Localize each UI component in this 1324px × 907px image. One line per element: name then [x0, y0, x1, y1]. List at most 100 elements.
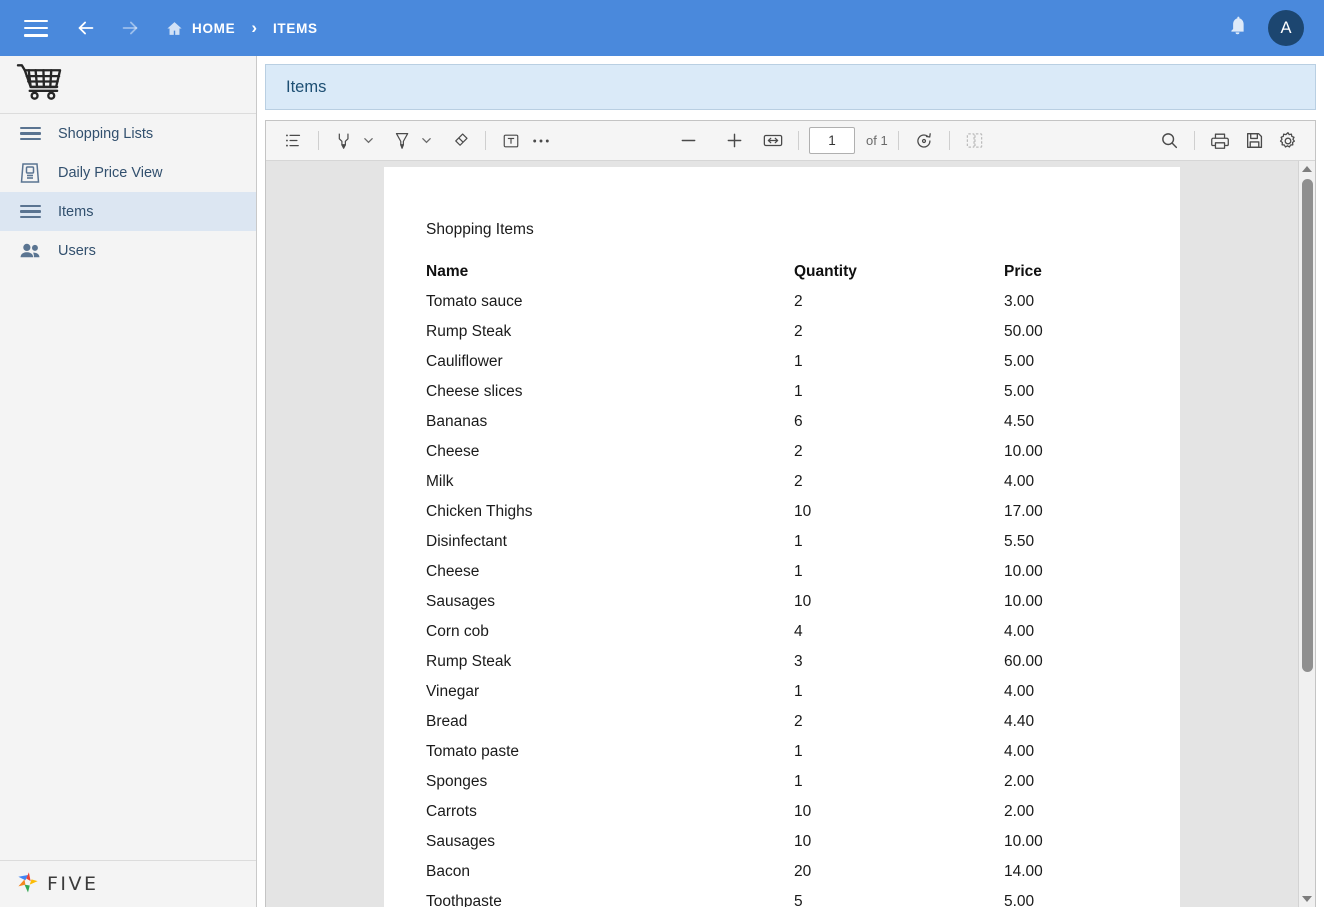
cell-quantity: 1 — [794, 383, 803, 400]
arrow-back-icon[interactable] — [72, 14, 100, 42]
scroll-up-arrow-icon[interactable] — [1299, 161, 1316, 177]
cell-name: Bread — [426, 713, 468, 730]
sidebar: Shopping Lists Daily Price View Items Us… — [0, 56, 257, 907]
list-lines-icon — [16, 205, 44, 218]
table-row: Bananas 6 4.50 — [426, 407, 1138, 437]
toolbar-right-group — [1154, 126, 1303, 156]
eraser-icon[interactable] — [445, 126, 475, 156]
chevron-down-icon[interactable] — [417, 126, 435, 156]
sidebar-item-items[interactable]: Items — [0, 192, 256, 231]
table-row: Chicken Thighs 10 17.00 — [426, 497, 1138, 527]
five-brand-logo: FIVE — [0, 860, 256, 907]
fit-width-icon[interactable] — [758, 126, 788, 156]
cell-price: 60.00 — [1004, 653, 1043, 670]
table-row: Disinfectant 1 5.50 — [426, 527, 1138, 557]
list-lines-icon — [16, 127, 44, 140]
cell-name: Milk — [426, 473, 454, 490]
cell-quantity: 1 — [794, 353, 803, 370]
column-header-quantity: Quantity — [794, 263, 857, 280]
sidebar-item-users[interactable]: Users — [0, 231, 256, 270]
cell-quantity: 1 — [794, 563, 803, 580]
table-row: Tomato sauce 2 3.00 — [426, 287, 1138, 317]
cell-quantity: 2 — [794, 443, 803, 460]
scroll-down-arrow-icon[interactable] — [1299, 891, 1316, 907]
table-row: Bacon 20 14.00 — [426, 857, 1138, 887]
scrollbar-track[interactable] — [1299, 177, 1316, 891]
cell-quantity: 1 — [794, 683, 803, 700]
settings-gear-icon[interactable] — [1273, 126, 1303, 156]
pdf-page: Shopping Items Name Quantity Price Tomat… — [384, 167, 1180, 907]
cell-price: 50.00 — [1004, 323, 1043, 340]
more-options-icon[interactable] — [526, 126, 556, 156]
page-number-input[interactable]: 1 — [809, 127, 855, 154]
sidebar-item-label: Users — [58, 242, 96, 259]
table-row: Rump Steak 2 50.00 — [426, 317, 1138, 347]
cell-quantity: 10 — [794, 833, 812, 850]
cell-name: Cheese slices — [426, 383, 523, 400]
cell-name: Rump Steak — [426, 323, 512, 340]
pen-icon[interactable] — [387, 126, 417, 156]
app-body: Shopping Lists Daily Price View Items Us… — [0, 56, 1324, 907]
vertical-scrollbar[interactable] — [1298, 161, 1315, 907]
top-navigation-bar: HOME › ITEMS A — [0, 0, 1324, 56]
cell-quantity: 2 — [794, 473, 803, 490]
highlighter-icon[interactable] — [329, 126, 359, 156]
cell-price: 17.00 — [1004, 503, 1043, 520]
text-box-icon[interactable] — [496, 126, 526, 156]
cell-price: 4.00 — [1004, 473, 1035, 490]
page-layout-icon — [960, 126, 990, 156]
rotate-icon[interactable] — [909, 126, 939, 156]
scroll-thumb[interactable] — [1301, 179, 1313, 672]
sidebar-logo[interactable] — [0, 56, 256, 114]
cell-price: 3.00 — [1004, 293, 1035, 310]
five-pinwheel-icon — [14, 868, 42, 901]
cell-name: Toothpaste — [426, 893, 502, 907]
cell-price: 4.00 — [1004, 743, 1035, 760]
print-icon[interactable] — [1205, 126, 1235, 156]
outline-list-icon[interactable] — [278, 126, 308, 156]
sidebar-item-daily-price-view[interactable]: Daily Price View — [0, 153, 256, 192]
search-icon[interactable] — [1154, 126, 1184, 156]
table-row: Sausages 10 10.00 — [426, 587, 1138, 617]
cell-quantity: 3 — [794, 653, 803, 670]
cell-quantity: 10 — [794, 803, 812, 820]
cell-quantity: 1 — [794, 743, 803, 760]
avatar-initial: A — [1280, 18, 1292, 37]
sidebar-item-label: Items — [58, 203, 94, 220]
zoom-in-plus-icon[interactable] — [719, 126, 749, 156]
save-floppy-icon[interactable] — [1239, 126, 1269, 156]
avatar[interactable]: A — [1268, 10, 1304, 46]
document-scroll-region[interactable]: Shopping Items Name Quantity Price Tomat… — [266, 161, 1298, 907]
bell-icon[interactable] — [1227, 15, 1248, 41]
main-content: Items 1 of 1 Shopping Items Name Quantit… — [257, 56, 1324, 907]
cell-quantity: 2 — [794, 713, 803, 730]
chevron-down-icon[interactable] — [359, 126, 377, 156]
cell-price: 10.00 — [1004, 593, 1043, 610]
cell-name: Rump Steak — [426, 653, 512, 670]
document-heading: Shopping Items — [426, 221, 534, 238]
zoom-out-minus-icon[interactable] — [673, 126, 703, 156]
pdf-viewer: 1 of 1 Shopping Items Name Quantity Pric… — [265, 120, 1316, 907]
breadcrumb-item-home[interactable]: HOME — [192, 21, 235, 36]
arrow-forward-icon[interactable] — [116, 14, 144, 42]
cell-name: Sponges — [426, 773, 488, 790]
cell-quantity: 1 — [794, 773, 803, 790]
cell-name: Cheese — [426, 443, 480, 460]
application-window: HOME › ITEMS A Shopping Lists Daily Pric… — [0, 0, 1324, 907]
cell-quantity: 2 — [794, 323, 803, 340]
column-header-name: Name — [426, 263, 469, 280]
table-row: Corn cob 4 4.00 — [426, 617, 1138, 647]
cell-quantity: 1 — [794, 533, 803, 550]
sidebar-item-shopping-lists[interactable]: Shopping Lists — [0, 114, 256, 153]
cell-price: 2.00 — [1004, 773, 1035, 790]
breadcrumb-item-items[interactable]: ITEMS — [273, 21, 318, 36]
cell-quantity: 10 — [794, 503, 812, 520]
cell-quantity: 4 — [794, 623, 803, 640]
cell-price: 5.00 — [1004, 383, 1035, 400]
hamburger-menu-icon[interactable] — [22, 14, 50, 42]
cell-name: Sausages — [426, 593, 495, 610]
table-row: Cheese 1 10.00 — [426, 557, 1138, 587]
cell-price: 5.00 — [1004, 353, 1035, 370]
page-title: Items — [286, 77, 327, 96]
table-header-row: Name Quantity Price — [426, 257, 1138, 287]
